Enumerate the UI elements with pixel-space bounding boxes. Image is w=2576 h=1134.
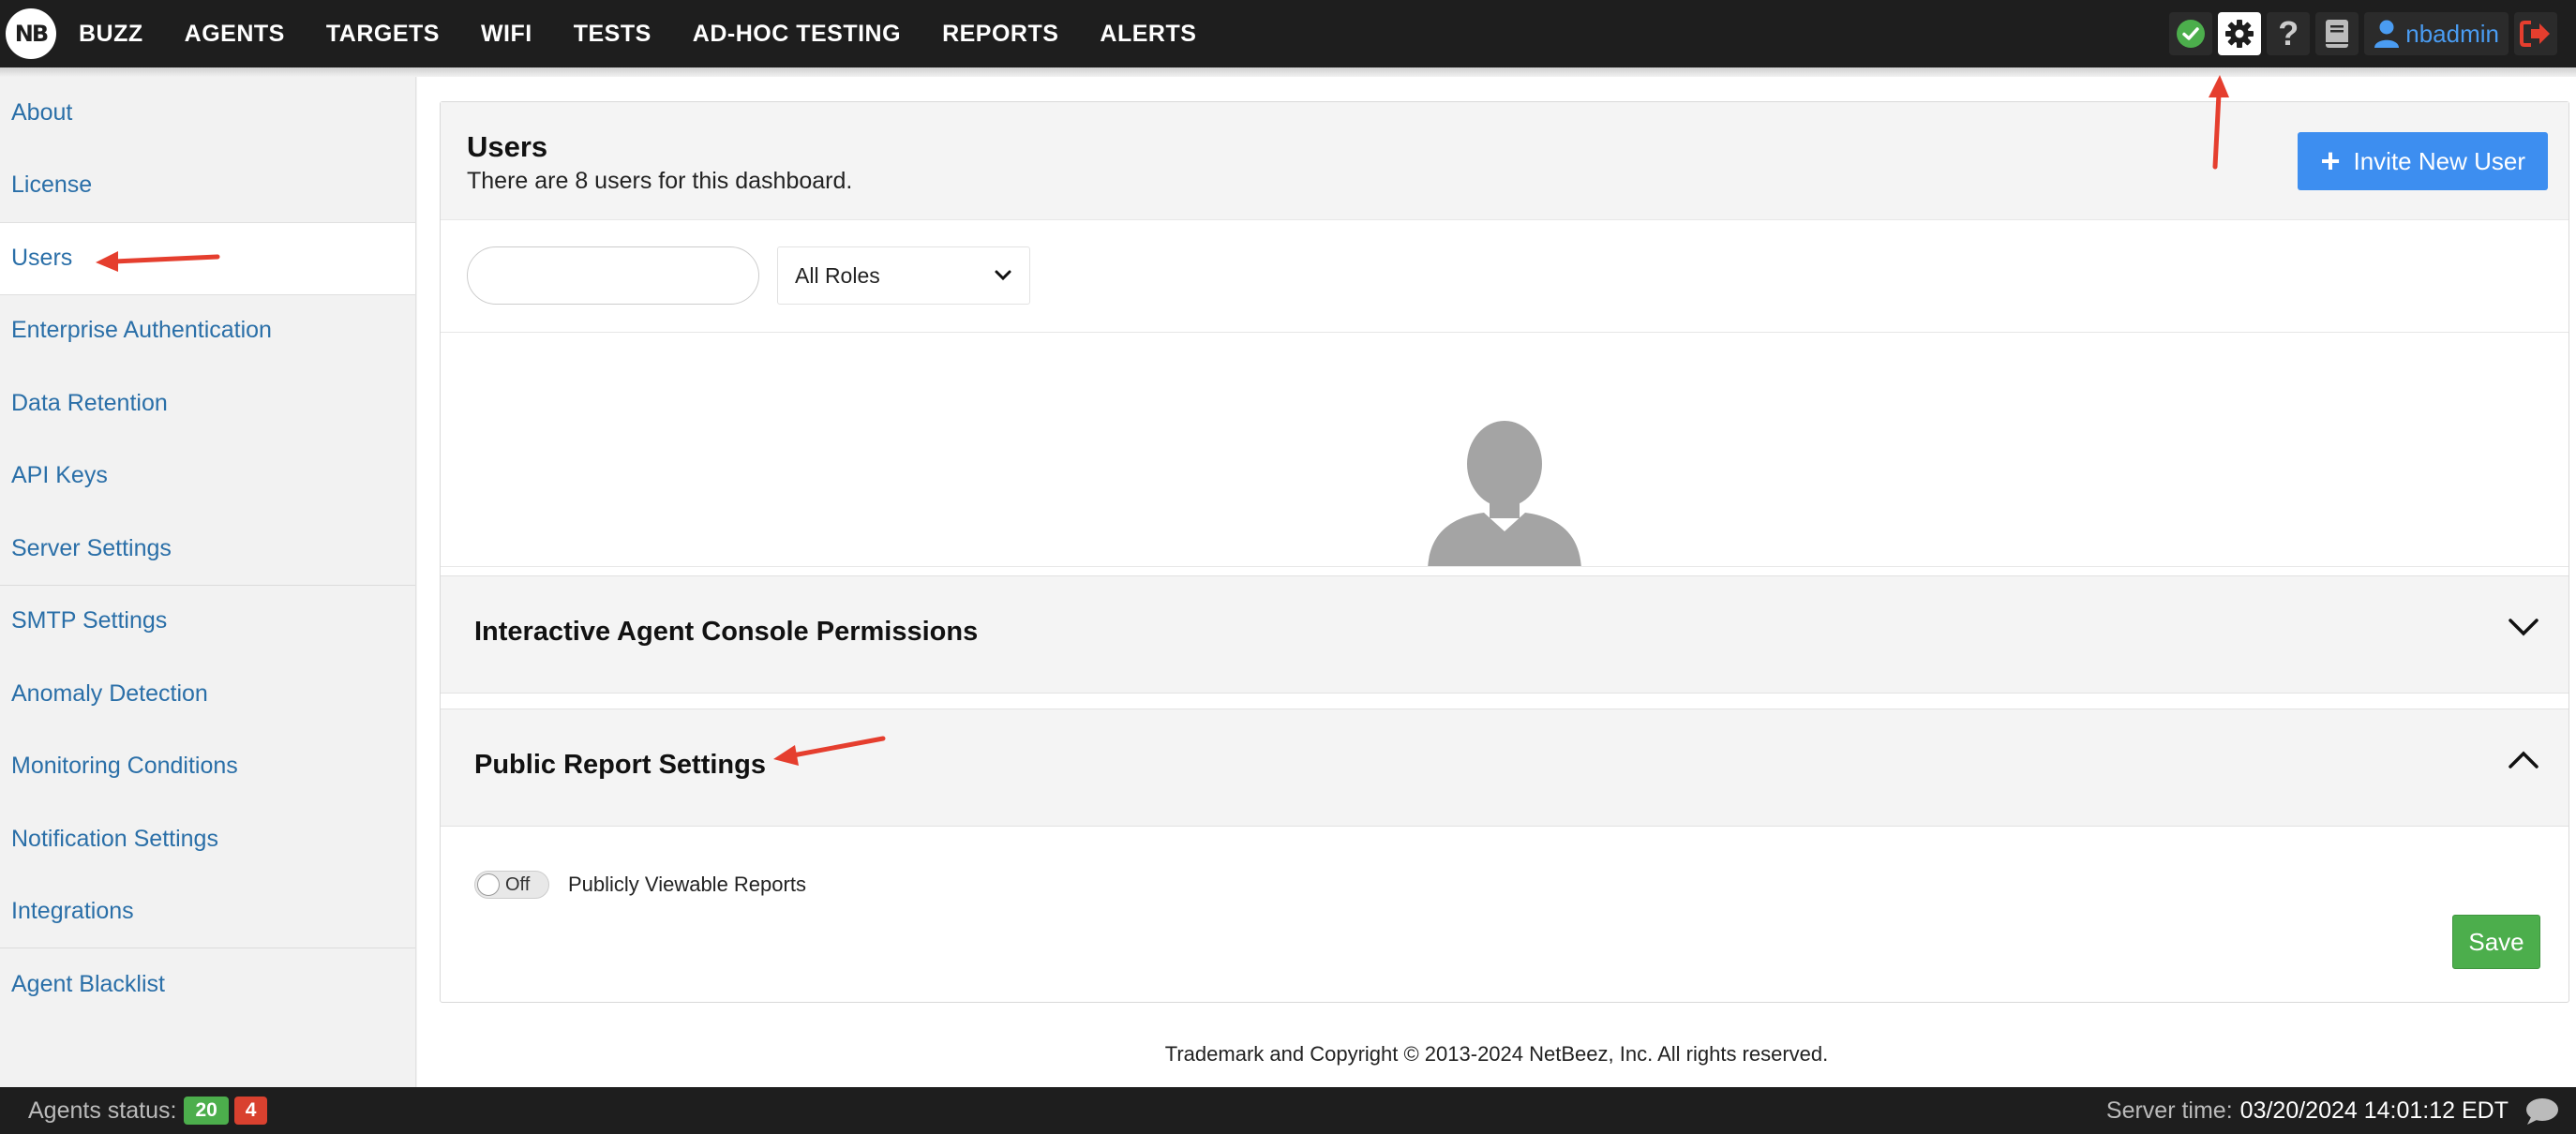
docs-button[interactable] [2315,12,2359,55]
book-icon [2326,20,2349,48]
copyright-footer: Trademark and Copyright © 2013-2024 NetB… [1164,1042,1829,1066]
user-filter-row: All Roles [441,220,2569,333]
help-button[interactable]: ? [2267,12,2311,55]
nav-item-ad-hoc-testing[interactable]: AD-HOC TESTING [693,21,901,48]
sidebar-item-agent-blacklist[interactable]: Agent Blacklist [0,948,415,1022]
invite-new-user-button[interactable]: + Invite New User [2298,132,2548,190]
user-count-text: There are 8 users for this dashboard. [467,168,853,194]
sidebar-item-server-settings[interactable]: Server Settings [0,513,415,586]
logout-button[interactable] [2514,12,2557,55]
publicly-viewable-label: Publicly Viewable Reports [568,873,806,896]
navbar-shadow [0,67,2576,77]
chevron-down-icon [995,270,1011,281]
chevron-up-icon [2509,751,2539,768]
sidebar-item-users[interactable]: Users [0,222,415,295]
toggle-knob [477,873,500,896]
question-icon: ? [2278,14,2299,52]
publicly-viewable-toggle[interactable]: Off [474,871,549,899]
main-content: Users There are 8 users for this dashboa… [417,77,2576,1087]
netbeez-logo[interactable]: NB [6,8,56,59]
user-search-input[interactable] [467,246,759,305]
nav-item-wifi[interactable]: WIFI [481,21,532,48]
nav-item-buzz[interactable]: BUZZ [79,21,143,48]
nav-item-alerts[interactable]: ALERTS [1100,21,1196,48]
sidebar-item-license[interactable]: License [0,150,415,223]
agents-down-badge[interactable]: 4 [233,1097,268,1125]
public-report-settings-accordion[interactable]: Public Report Settings [441,709,2569,827]
user-icon [2374,20,2400,48]
sidebar-item-enterprise-authentication[interactable]: Enterprise Authentication [0,295,415,368]
server-time-label: Server time: [2105,1097,2233,1124]
users-panel-header: Users There are 8 users for this dashboa… [441,102,2569,220]
invite-button-label: Invite New User [2353,146,2526,175]
status-button[interactable] [2169,12,2213,55]
users-panel: Users There are 8 users for this dashboa… [440,101,2569,1003]
toggle-state: Off [505,873,531,895]
sidebar-item-notification-settings[interactable]: Notification Settings [0,803,415,876]
public-reports-toggle-row: Off Publicly Viewable Reports [474,871,806,899]
page-title: Users [467,130,548,163]
server-time-value: 03/20/2024 14:01:12 EDT [2239,1097,2509,1124]
sidebar-item-monitoring-conditions[interactable]: Monitoring Conditions [0,731,415,804]
sidebar-item-api-keys[interactable]: API Keys [0,440,415,514]
main-nav: BUZZ AGENTS TARGETS WIFI TESTS AD-HOC TE… [79,21,1237,48]
agents-up-badge[interactable]: 20 [184,1097,229,1125]
agents-status-label: Agents status: [28,1097,177,1124]
role-filter-select[interactable]: All Roles [777,246,1030,305]
plus-icon: + [2320,142,2341,180]
user-menu[interactable]: nbadmin [2364,12,2509,55]
check-circle-icon [2177,20,2206,48]
top-icon-bar: ? nbadmin [2164,0,2557,67]
settings-sidebar: About License Users Enterprise Authentic… [0,77,416,1087]
username-label[interactable]: nbadmin [2405,20,2499,49]
chevron-down-icon [2509,619,2539,636]
nav-item-agents[interactable]: AGENTS [185,21,285,48]
console-permissions-accordion[interactable]: Interactive Agent Console Permissions [441,575,2569,694]
user-list-area [441,333,2569,567]
role-select-value: All Roles [795,262,880,288]
status-bar: Agents status: 20 4 Server time: 03/20/2… [0,1087,2576,1134]
sidebar-item-about[interactable]: About [0,77,415,150]
server-time: Server time: 03/20/2024 14:01:12 EDT [2106,1087,2509,1134]
sidebar-item-data-retention[interactable]: Data Retention [0,367,415,440]
save-button[interactable]: Save [2452,915,2540,969]
nav-item-targets[interactable]: TARGETS [326,21,440,48]
logout-icon [2520,21,2550,47]
sidebar-item-smtp-settings[interactable]: SMTP Settings [0,586,415,659]
sidebar-item-anomaly-detection[interactable]: Anomaly Detection [0,658,415,731]
top-navbar: NB BUZZ AGENTS TARGETS WIFI TESTS AD-HOC… [0,0,2576,67]
sidebar-item-integrations[interactable]: Integrations [0,876,415,948]
public-report-settings-title: Public Report Settings [474,750,766,780]
nav-item-reports[interactable]: REPORTS [942,21,1058,48]
user-avatar-placeholder-icon [1428,421,1581,566]
settings-button[interactable] [2218,12,2262,55]
nav-item-tests[interactable]: TESTS [574,21,651,48]
gear-icon [2225,20,2254,48]
chat-icon[interactable] [2524,1097,2559,1127]
console-permissions-title: Interactive Agent Console Permissions [474,617,979,647]
